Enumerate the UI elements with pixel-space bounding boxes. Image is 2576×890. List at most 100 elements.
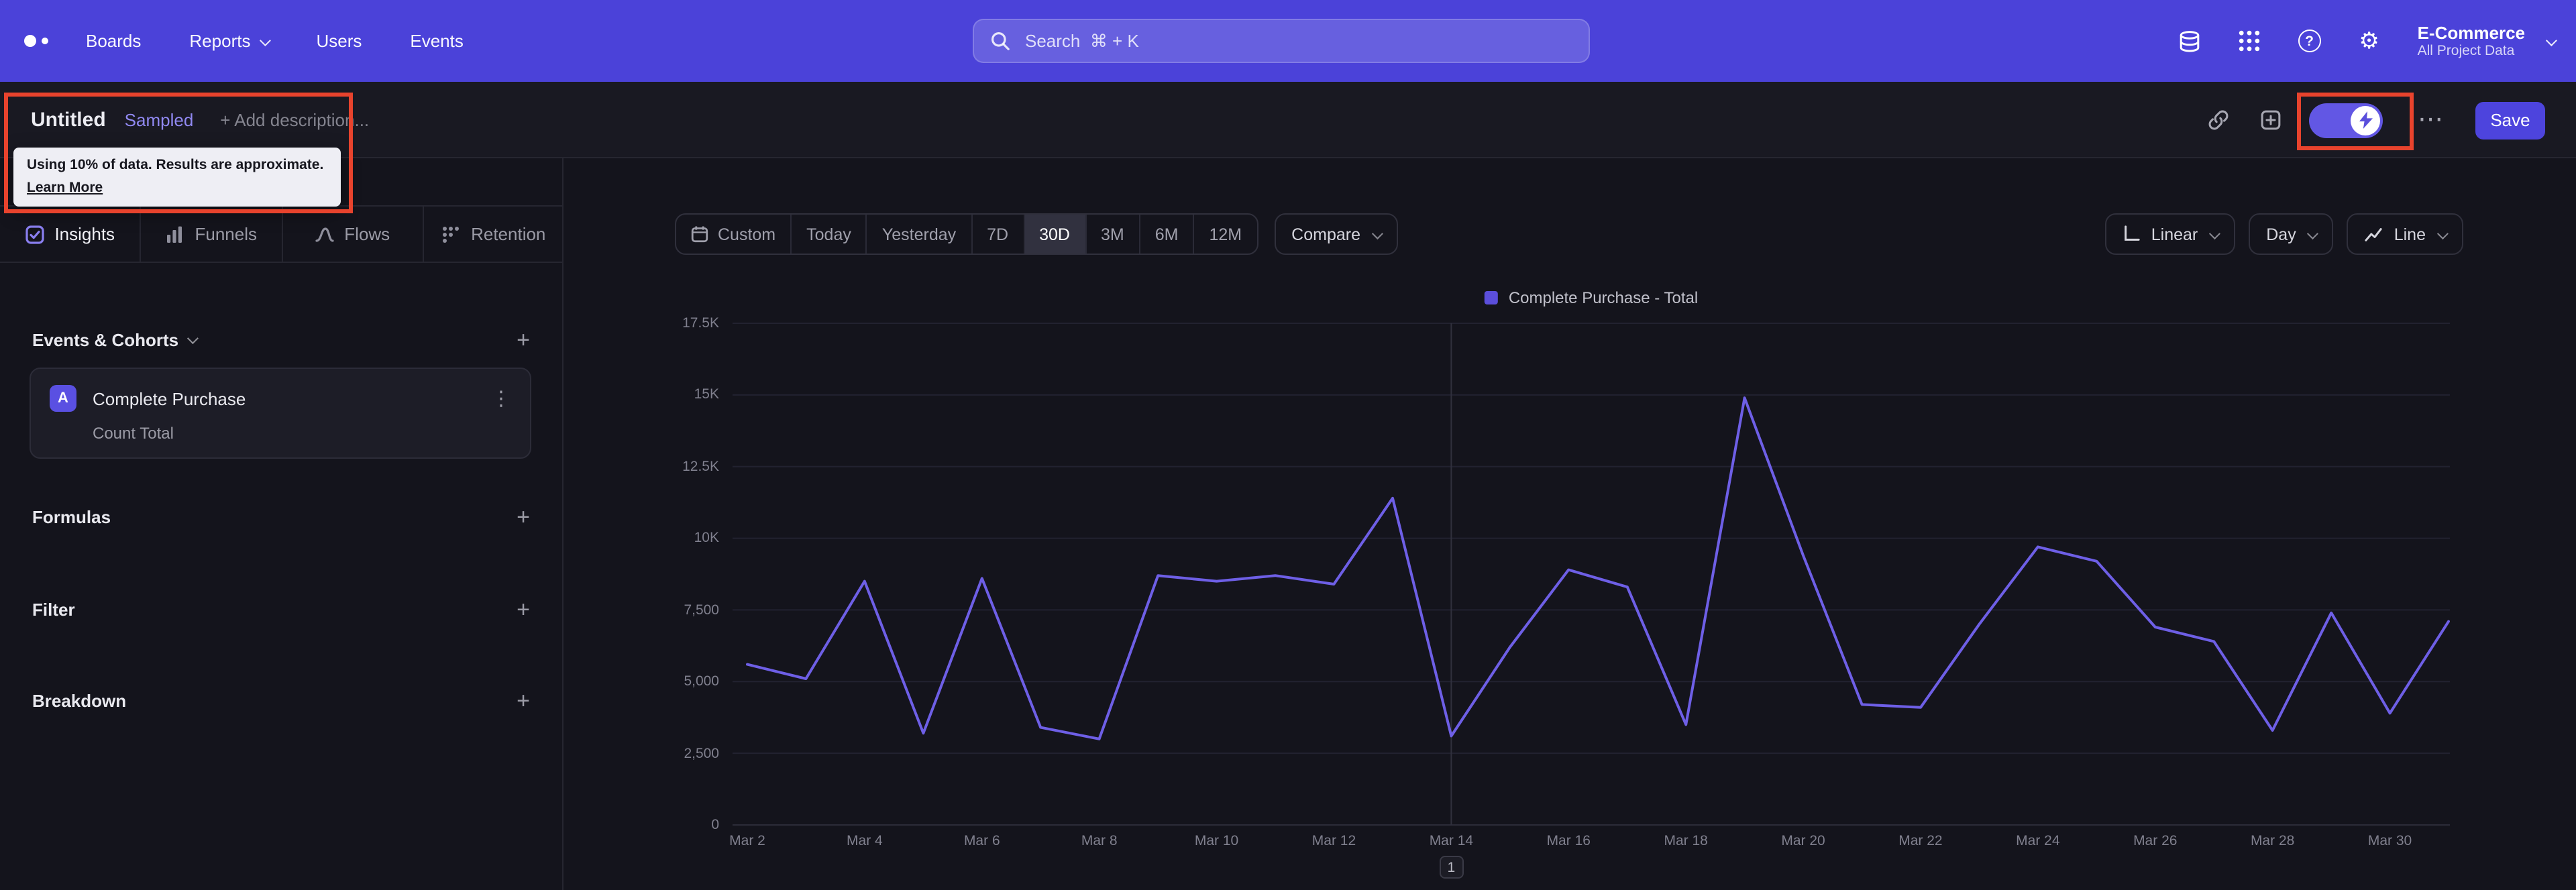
date-range-yesterday[interactable]: Yesterday (865, 215, 971, 254)
tab-retention-label: Retention (471, 224, 546, 244)
mixpanel-logo[interactable] (24, 32, 64, 51)
lightning-icon (2359, 111, 2372, 129)
x-axis-label: Mar 14 (1429, 833, 1474, 849)
nav-events[interactable]: Events (410, 31, 464, 51)
x-axis-label: Mar 18 (1664, 833, 1708, 849)
gear-icon[interactable]: ⚙ (2357, 27, 2381, 53)
chevron-down-icon (1371, 227, 1383, 239)
scale-label: Linear (2151, 225, 2198, 243)
learn-more-link[interactable]: Learn More (27, 178, 103, 197)
date-range-6m[interactable]: 6M (1138, 215, 1193, 254)
sampling-toggle[interactable] (2309, 103, 2383, 137)
retention-icon (443, 226, 460, 242)
add-event-button[interactable]: + (517, 328, 530, 351)
project-switcher[interactable]: E-Commerce All Project Data (2417, 22, 2557, 60)
tab-funnels[interactable]: Funnels (142, 207, 282, 262)
add-to-board-icon[interactable] (2259, 109, 2282, 131)
x-axis-label: Mar 28 (2250, 833, 2295, 849)
project-name: E-Commerce (2417, 22, 2525, 42)
report-header-actions: ⋯ Save (2207, 82, 2545, 158)
y-axis-label: 12.5K (682, 458, 719, 475)
compare-button[interactable]: Compare (1274, 213, 1398, 255)
report-title[interactable]: Untitled (31, 108, 106, 131)
formulas-label: Formulas (32, 506, 111, 526)
gear-glyph: ⚙ (2359, 27, 2379, 53)
tab-insights[interactable]: Insights (0, 207, 142, 262)
chart-options-toolbar: Linear Day Line (2105, 213, 2463, 255)
events-cohorts-label-wrap[interactable]: Events & Cohorts (32, 329, 199, 349)
x-axis-label: Mar 8 (1081, 833, 1118, 849)
x-axis-label: Mar 12 (1311, 833, 1356, 849)
line-chart[interactable] (733, 322, 2450, 826)
nav-reports[interactable]: Reports (189, 31, 271, 51)
date-range-custom-label: Custom (718, 225, 776, 243)
x-axis-label: Mar 10 (1194, 833, 1239, 849)
toggle-knob (2351, 105, 2380, 135)
formulas-section: Formulas + (32, 503, 530, 530)
chart-type-selector[interactable]: Line (2347, 213, 2463, 255)
event-aggregation[interactable]: Count Total (93, 424, 511, 443)
x-axis-label: Mar 30 (2367, 833, 2412, 849)
apps-grid-icon[interactable] (2238, 29, 2262, 53)
annotation-marker[interactable]: 1 (1439, 856, 1464, 879)
y-axis-label: 17.5K (682, 315, 719, 331)
axis-icon (2125, 225, 2141, 241)
project-scope: All Project Data (2417, 42, 2515, 58)
chevron-down-icon (187, 333, 199, 345)
insights-icon (25, 225, 44, 243)
app-root: Boards Reports Users Events ? ⚙ E-Commer… (0, 0, 2576, 890)
tab-flows-label: Flows (344, 224, 390, 244)
line-chart-icon (2365, 228, 2383, 241)
y-axis: 0 2,500 5,000 7,500 10K 12.5K 15K 17.5K (590, 0, 719, 889)
date-toolbar: Custom Today Yesterday 7D 30D 3M 6M 12M … (675, 213, 1398, 255)
funnels-icon (167, 225, 182, 242)
tab-retention[interactable]: Retention (424, 207, 564, 262)
ellipsis-glyph: ⋯ (2418, 105, 2443, 133)
x-axis-label: Mar 26 (2133, 833, 2178, 849)
date-range-picker: Custom Today Yesterday 7D 30D 3M 6M 12M (675, 213, 1258, 255)
copy-link-icon[interactable] (2207, 109, 2230, 131)
flows-icon (315, 227, 333, 241)
tab-flows[interactable]: Flows (282, 207, 424, 262)
data-icon[interactable] (2178, 29, 2202, 53)
date-range-today[interactable]: Today (790, 215, 866, 254)
sampled-badge[interactable]: Sampled (125, 109, 194, 129)
filter-section: Filter + (32, 596, 530, 622)
y-axis-label: 0 (711, 817, 719, 833)
save-button[interactable]: Save (2475, 101, 2545, 139)
event-card[interactable]: A Complete Purchase ⋮ Count Total (30, 368, 531, 459)
tab-insights-label: Insights (54, 224, 115, 244)
add-formula-button[interactable]: + (517, 505, 530, 528)
help-icon[interactable]: ? (2298, 30, 2321, 52)
interval-selector[interactable]: Day (2249, 213, 2334, 255)
event-letter-badge: A (50, 385, 76, 412)
nav-boards[interactable]: Boards (86, 31, 141, 51)
more-options-icon[interactable]: ⋯ (2418, 105, 2443, 133)
nav-reports-label: Reports (189, 31, 251, 51)
date-range-12m[interactable]: 12M (1193, 215, 1257, 254)
nav-users[interactable]: Users (316, 31, 362, 51)
top-nav: Boards Reports Users Events ? ⚙ E-Commer… (0, 0, 2576, 82)
chevron-down-icon (2436, 227, 2449, 239)
event-name: Complete Purchase (93, 388, 246, 408)
date-range-3m[interactable]: 3M (1085, 215, 1139, 254)
search-icon (991, 32, 1010, 50)
event-card-row: A Complete Purchase ⋮ (50, 385, 511, 412)
add-description[interactable]: + Add description... (220, 109, 369, 129)
add-breakdown-button[interactable]: + (517, 689, 530, 712)
chevron-down-icon (2209, 227, 2221, 239)
sampling-tooltip-text: Using 10% of data. Results are approxima… (27, 157, 324, 173)
filter-label: Filter (32, 599, 75, 619)
scale-selector[interactable]: Linear (2105, 213, 2236, 255)
event-menu-icon[interactable]: ⋮ (491, 386, 511, 410)
add-filter-button[interactable]: + (517, 598, 530, 620)
sidebar: Insights Funnels Flows Retention Events … (0, 158, 564, 890)
chart-legend[interactable]: Complete Purchase - Total (1484, 288, 1698, 307)
date-range-30d[interactable]: 30D (1023, 215, 1085, 254)
search-bar[interactable] (973, 19, 1590, 63)
date-range-7d[interactable]: 7D (971, 215, 1023, 254)
search-input[interactable] (1022, 30, 1572, 52)
x-axis-label: Mar 6 (963, 833, 1000, 849)
chevron-down-icon (2545, 34, 2557, 46)
nav-links: Boards Reports Users Events (86, 0, 464, 82)
